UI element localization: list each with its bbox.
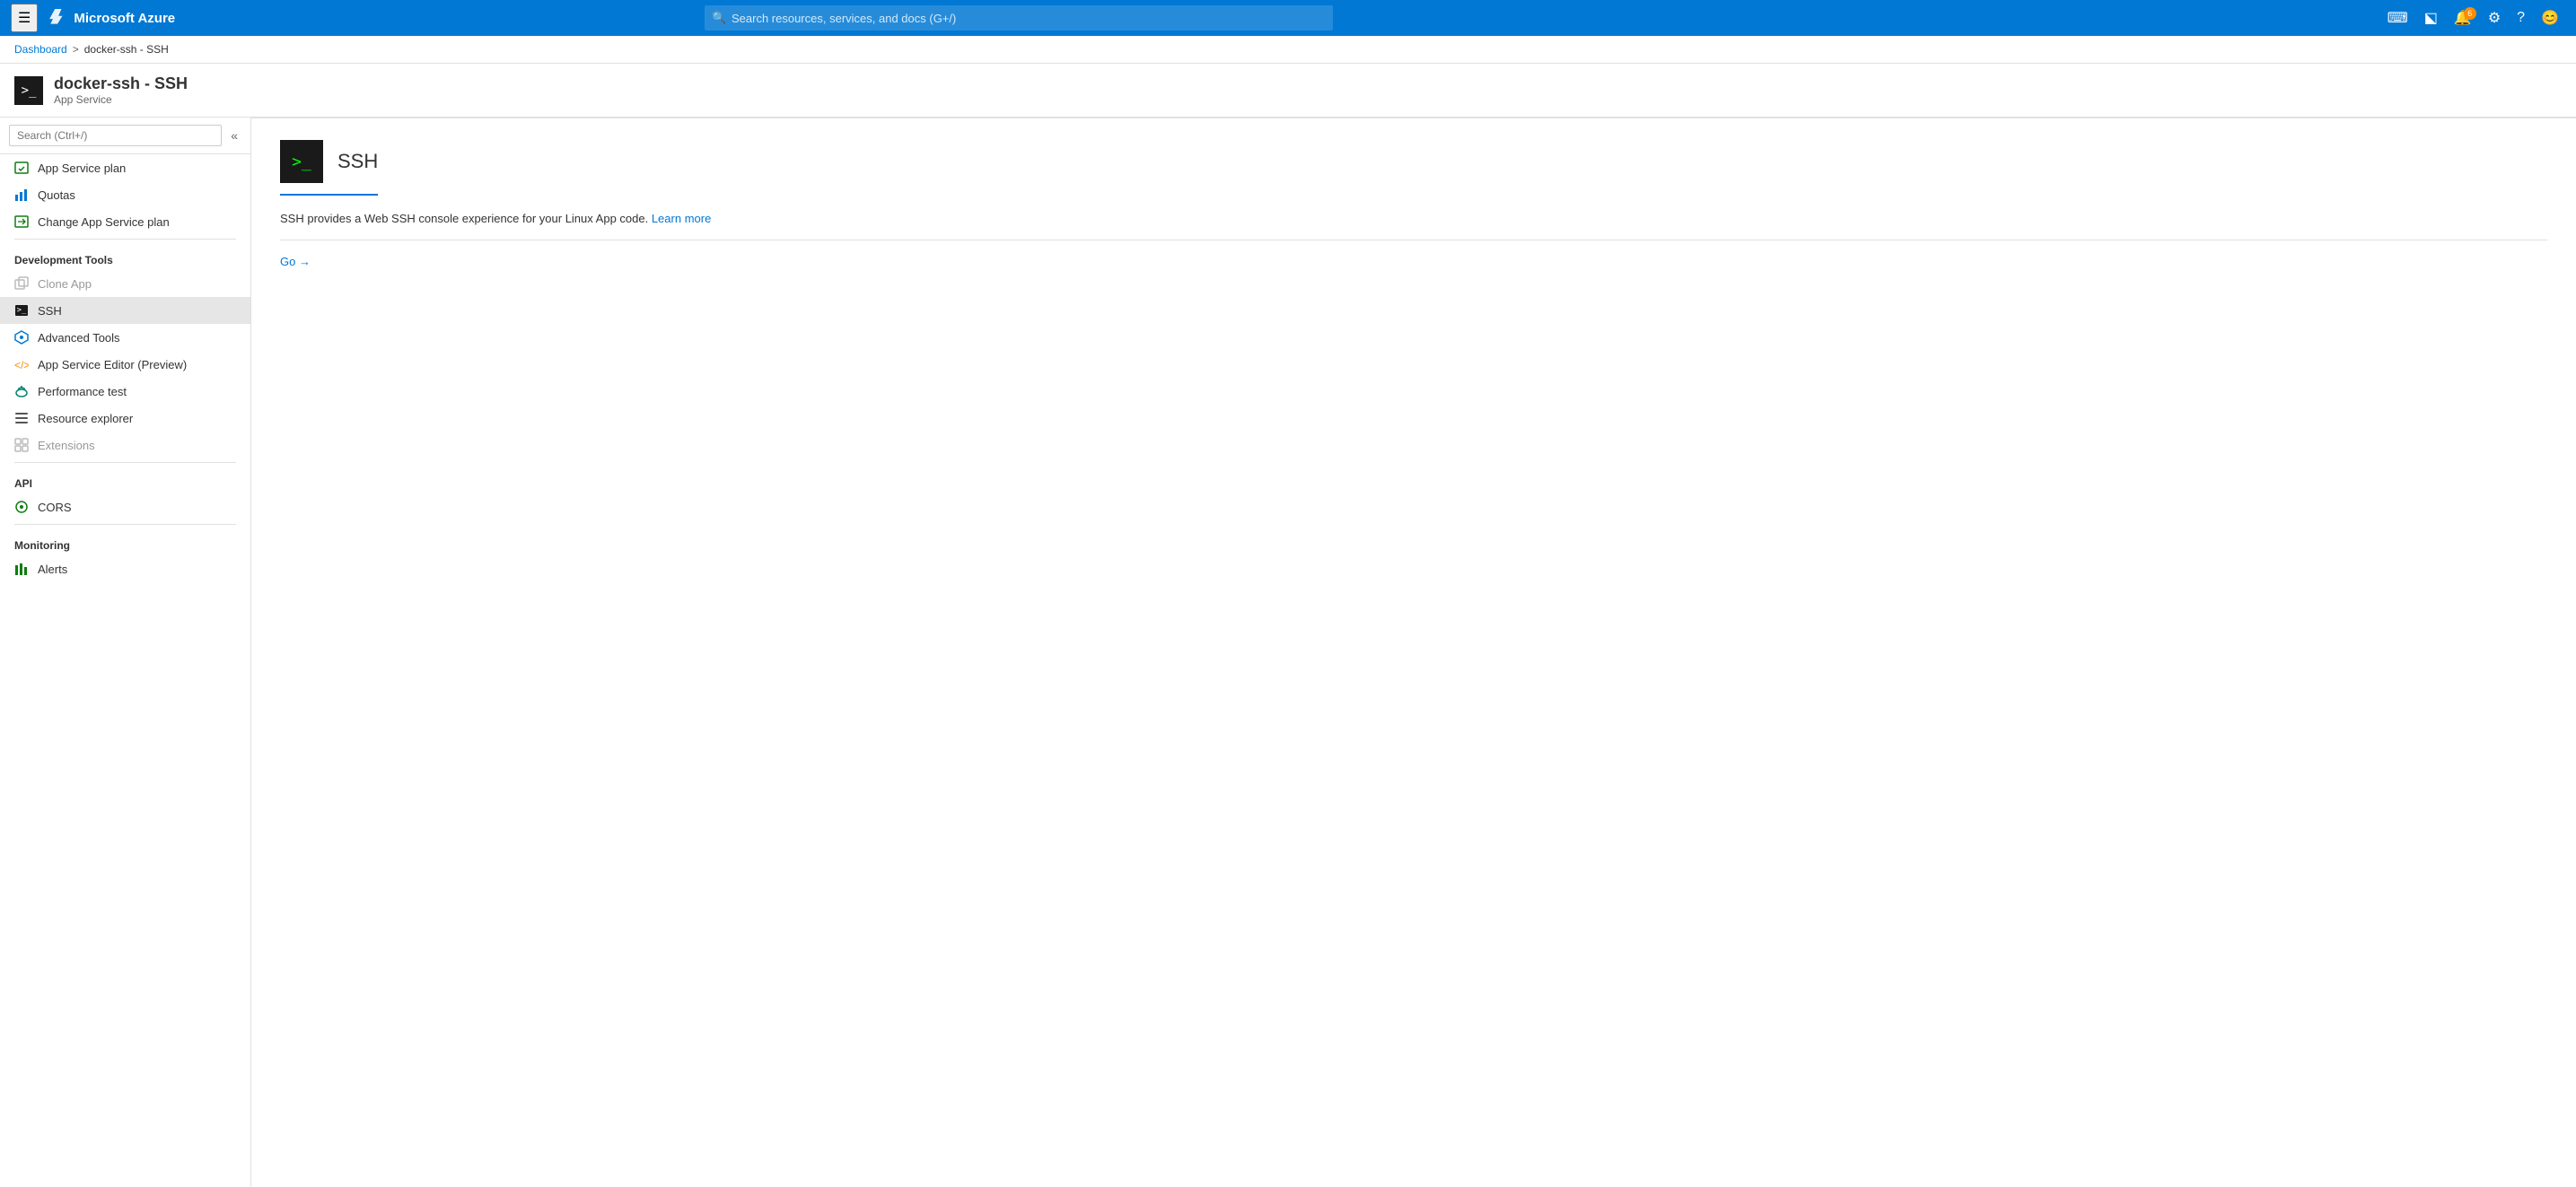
change-app-service-plan-icon <box>14 214 29 229</box>
main-layout: « App Service plan Quotas Change App Ser… <box>0 118 2576 1187</box>
section-monitoring: Monitoring <box>0 528 250 555</box>
content-inner: >_ SSH SSH provides a Web SSH console ex… <box>251 118 2576 290</box>
breadcrumb-separator: > <box>73 43 79 56</box>
sidebar-item-extensions[interactable]: Extensions <box>0 432 250 458</box>
sidebar-label-ssh: SSH <box>38 304 62 318</box>
sidebar-label-app-service-editor: App Service Editor (Preview) <box>38 358 187 371</box>
content-area: >_ SSH SSH provides a Web SSH console ex… <box>251 118 2576 1187</box>
quotas-icon <box>14 188 29 202</box>
sidebar-label-quotas: Quotas <box>38 188 75 202</box>
sidebar-label-clone-app: Clone App <box>38 277 92 291</box>
content-description-text: SSH provides a Web SSH console experienc… <box>280 212 652 225</box>
clone-app-icon <box>14 276 29 291</box>
sidebar: « App Service plan Quotas Change App Ser… <box>0 118 251 1187</box>
sidebar-item-alerts[interactable]: Alerts <box>0 555 250 582</box>
sidebar-search-input[interactable] <box>9 125 222 146</box>
top-navigation: ☰ Microsoft Azure 🔍 ⌨ ⬕ 🔔 6 ⚙ ? 😊 <box>0 0 2576 36</box>
app-service-editor-icon: </> <box>14 357 29 371</box>
page-subtitle: App Service <box>54 93 188 106</box>
search-icon: 🔍 <box>712 11 726 25</box>
app-name: Microsoft Azure <box>74 11 175 26</box>
content-main-icon: >_ <box>280 140 323 183</box>
topnav-icon-group: ⌨ ⬕ 🔔 6 ⚙ ? 😊 <box>2381 5 2565 31</box>
account-button[interactable]: 😊 <box>2535 5 2565 31</box>
sidebar-item-cors[interactable]: CORS <box>0 493 250 520</box>
sidebar-item-clone-app[interactable]: Clone App <box>0 270 250 297</box>
sidebar-item-change-app-service-plan[interactable]: Change App Service plan <box>0 208 250 235</box>
breadcrumb-home[interactable]: Dashboard <box>14 43 67 56</box>
sidebar-item-performance-test[interactable]: Performance test <box>0 378 250 405</box>
cloud-shell-button[interactable]: ⌨ <box>2381 5 2414 31</box>
alerts-icon <box>14 562 29 576</box>
advanced-tools-icon <box>14 330 29 345</box>
svg-text:</>: </> <box>14 359 29 371</box>
divider-development <box>14 239 236 240</box>
search-container: 🔍 <box>705 5 1333 31</box>
search-input[interactable] <box>705 5 1333 31</box>
sidebar-label-alerts: Alerts <box>38 563 67 576</box>
sidebar-label-advanced-tools: Advanced Tools <box>38 331 120 345</box>
sidebar-label-app-service-plan: App Service plan <box>38 161 126 175</box>
azure-logo: Microsoft Azure <box>48 9 175 27</box>
ssh-icon: >_ <box>14 303 29 318</box>
page-header: >_ docker-ssh - SSH App Service <box>0 64 2576 118</box>
notifications-button[interactable]: 🔔 6 <box>2448 5 2478 31</box>
extensions-icon <box>14 438 29 452</box>
content-title: SSH <box>337 150 378 173</box>
hamburger-menu[interactable]: ☰ <box>11 4 38 32</box>
divider-monitoring <box>14 524 236 525</box>
page-title: docker-ssh - SSH <box>54 74 188 93</box>
azure-logo-icon <box>48 9 66 27</box>
cors-icon <box>14 500 29 514</box>
sidebar-label-performance-test: Performance test <box>38 385 127 398</box>
sidebar-item-resource-explorer[interactable]: Resource explorer <box>0 405 250 432</box>
page-header-text: docker-ssh - SSH App Service <box>54 74 188 106</box>
sidebar-item-ssh[interactable]: >_ SSH <box>0 297 250 324</box>
go-link[interactable]: Go → <box>280 255 311 268</box>
content-description: SSH provides a Web SSH console experienc… <box>280 210 2547 229</box>
feedback-button[interactable]: ⬕ <box>2418 5 2444 31</box>
page-header-icon: >_ <box>14 76 43 105</box>
section-development-tools: Development Tools <box>0 243 250 270</box>
sidebar-label-extensions: Extensions <box>38 439 95 452</box>
sidebar-item-app-service-editor[interactable]: </> App Service Editor (Preview) <box>0 351 250 378</box>
sidebar-collapse-button[interactable]: « <box>227 127 241 144</box>
sidebar-label-change-app-service-plan: Change App Service plan <box>38 215 170 229</box>
sidebar-label-resource-explorer: Resource explorer <box>38 412 133 425</box>
performance-test-icon <box>14 384 29 398</box>
learn-more-link[interactable]: Learn more <box>652 212 711 225</box>
sidebar-item-advanced-tools[interactable]: Advanced Tools <box>0 324 250 351</box>
section-api: API <box>0 467 250 493</box>
settings-button[interactable]: ⚙ <box>2482 5 2507 31</box>
sidebar-item-app-service-plan[interactable]: App Service plan <box>0 154 250 181</box>
sidebar-search-container: « <box>0 118 250 154</box>
sidebar-label-cors: CORS <box>38 501 72 514</box>
sidebar-item-quotas[interactable]: Quotas <box>0 181 250 208</box>
breadcrumb-current: docker-ssh - SSH <box>84 43 169 56</box>
breadcrumb: Dashboard > docker-ssh - SSH <box>0 36 2576 64</box>
help-button[interactable]: ? <box>2510 6 2531 30</box>
app-service-plan-icon <box>14 161 29 175</box>
divider-api <box>14 462 236 463</box>
resource-explorer-icon <box>14 411 29 425</box>
notification-badge: 6 <box>2464 7 2476 20</box>
